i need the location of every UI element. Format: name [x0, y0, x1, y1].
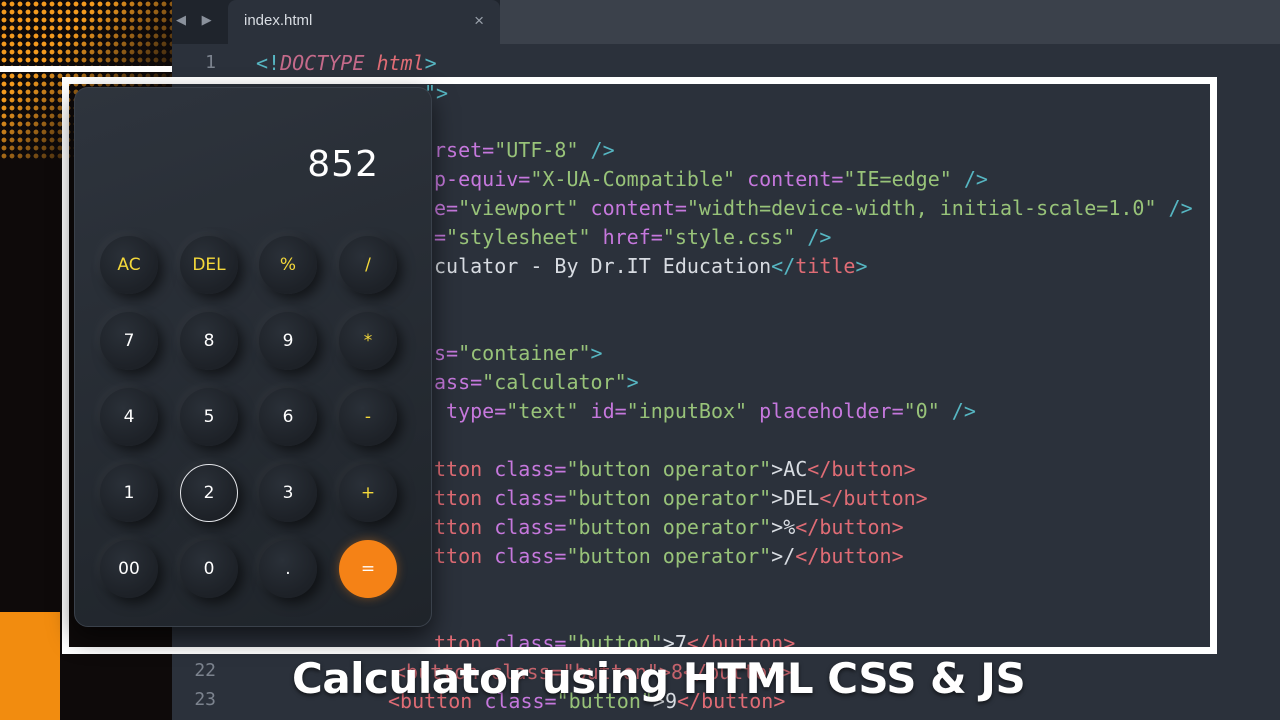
key-equals-button[interactable]: =: [339, 540, 397, 598]
key-5-button[interactable]: 5: [180, 388, 238, 446]
close-icon[interactable]: ×: [474, 11, 484, 31]
tab-bar: ◀ ▶ index.html ×: [172, 0, 1280, 44]
key-2-button[interactable]: 2: [180, 464, 238, 522]
white-bar: [0, 66, 172, 72]
key-decimal-button[interactable]: .: [259, 540, 317, 598]
key-double-zero-button[interactable]: 00: [100, 540, 158, 598]
orange-block: [0, 612, 60, 720]
code-line[interactable]: <!DOCTYPE html>: [256, 51, 437, 75]
key-1-button[interactable]: 1: [100, 464, 158, 522]
key-9-button[interactable]: 9: [259, 312, 317, 370]
key-3-button[interactable]: 3: [259, 464, 317, 522]
key-multiply-button[interactable]: *: [339, 312, 397, 370]
caption-title: Calculator using HTML CSS & JS: [292, 654, 1026, 703]
line-number: 23: [194, 689, 216, 710]
key-add-button[interactable]: +: [339, 464, 397, 522]
nav-arrows-icon[interactable]: ◀ ▶: [176, 12, 218, 28]
line-number: 1: [205, 52, 216, 73]
tab-index-html[interactable]: index.html ×: [228, 0, 500, 44]
tab-title: index.html: [244, 12, 313, 29]
calculator: 852 AC DEL%/7 8 9 * 4 5 6-1 2 3 +00 0. =: [74, 87, 432, 627]
calculator-display[interactable]: 852: [307, 144, 379, 185]
key-4-button[interactable]: 4: [100, 388, 158, 446]
key-divide-button[interactable]: /: [339, 236, 397, 294]
line-number: 22: [194, 660, 216, 681]
key-percent-button[interactable]: %: [259, 236, 317, 294]
key-0-button[interactable]: 0: [180, 540, 238, 598]
key-delete-button[interactable]: DEL: [180, 236, 238, 294]
key-8-button[interactable]: 8: [180, 312, 238, 370]
key-clear-button[interactable]: AC: [100, 236, 158, 294]
key-7-button[interactable]: 7: [100, 312, 158, 370]
key-subtract-button[interactable]: -: [339, 388, 397, 446]
key-6-button[interactable]: 6: [259, 388, 317, 446]
